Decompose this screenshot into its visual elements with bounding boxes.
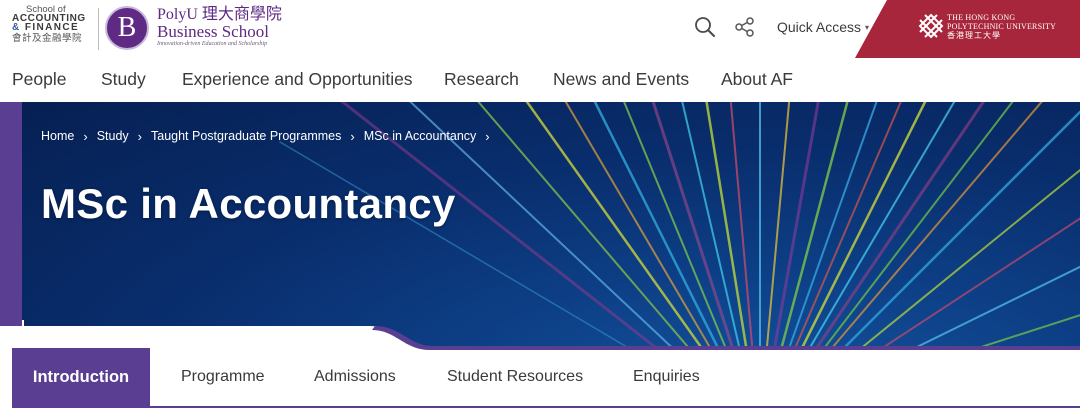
caret-down-icon: ▾ [865, 23, 870, 32]
tab-enquiries-label: Enquiries [633, 368, 700, 385]
polyu-name-chinese: 香港理工大學 [947, 31, 1001, 40]
business-school-name: Business School [157, 22, 269, 41]
site-header: School of ACCOUNTING & FINANCE 會計及金融學院 B… [0, 0, 1080, 58]
nav-item-study[interactable]: Study [101, 69, 146, 90]
quick-access-dropdown[interactable]: Quick Access ▾ [777, 19, 869, 35]
polyu-name-line2: Polytechnic University [947, 22, 1057, 31]
tab-admissions-label: Admissions [314, 368, 396, 385]
polyu-university-banner[interactable]: The Hong Kong Polytechnic University 香港理… [855, 0, 1080, 58]
breadcrumb-home[interactable]: Home [41, 129, 74, 143]
tab-programme[interactable]: Programme [181, 348, 265, 406]
business-school-name-cn: PolyU 理大商學院 [157, 6, 282, 23]
logo-text-ampersand: & [12, 22, 21, 33]
breadcrumb: Home › Study › Taught Postgraduate Progr… [41, 129, 499, 143]
polyu-wordmark: The Hong Kong Polytechnic University 香港理… [947, 13, 1056, 41]
breadcrumb-taught-postgraduate-programmes[interactable]: Taught Postgraduate Programmes [151, 129, 341, 143]
chevron-right-icon: › [350, 128, 355, 144]
tabs-underline [12, 406, 1080, 408]
tab-introduction[interactable]: Introduction [12, 348, 150, 406]
nav-item-research[interactable]: Research [444, 69, 519, 90]
nav-item-experience-and-opportunities[interactable]: Experience and Opportunities [182, 69, 413, 90]
tab-admissions[interactable]: Admissions [314, 348, 396, 406]
logo-divider [98, 8, 99, 50]
nav-item-news-and-events[interactable]: News and Events [553, 69, 689, 90]
polyu-name-line1: The Hong Kong [947, 13, 1016, 22]
tab-student-resources-label: Student Resources [447, 368, 584, 385]
share-button[interactable] [734, 16, 756, 38]
programme-tabs: Introduction Programme Admissions Studen… [0, 348, 1080, 409]
hero-left-accent-bar [0, 102, 22, 349]
tab-student-resources[interactable]: Student Resources [447, 348, 583, 406]
chevron-right-icon: › [137, 128, 142, 144]
polyu-business-school-logo[interactable]: B PolyU 理大商學院 Business School Innovation… [105, 6, 285, 52]
nav-item-about-af[interactable]: About AF [721, 69, 793, 90]
quick-access-label: Quick Access [777, 19, 862, 35]
tab-introduction-label: Introduction [32, 367, 130, 386]
school-of-accounting-finance-logo[interactable]: School of ACCOUNTING & FINANCE 會計及金融學院 [12, 5, 94, 53]
emblem-letter: B [117, 12, 137, 43]
business-school-emblem-icon: B [105, 6, 149, 50]
logo-text-finance-word: FINANCE [24, 22, 80, 33]
business-school-tagline: Innovation-driven Education and Scholars… [157, 41, 268, 47]
page-title: MSc in Accountancy [41, 180, 456, 227]
hero-banner: Home › Study › Taught Postgraduate Progr… [0, 102, 1080, 349]
business-school-wordmark: PolyU 理大商學院 Business School Innovation-d… [157, 6, 282, 48]
breadcrumb-msc-in-accountancy[interactable]: MSc in Accountancy [364, 129, 477, 143]
logo-text-finance: & FINANCE [12, 22, 94, 33]
nav-item-people[interactable]: People [12, 69, 67, 90]
search-icon [695, 17, 715, 37]
tab-programme-label: Programme [181, 368, 265, 385]
breadcrumb-study[interactable]: Study [97, 129, 129, 143]
share-icon [735, 17, 754, 37]
search-button[interactable] [694, 16, 716, 38]
polyu-emblem-icon [918, 13, 944, 39]
tab-enquiries[interactable]: Enquiries [633, 348, 700, 406]
main-navigation: People Study Experience and Opportunitie… [0, 58, 1080, 102]
logo-text-chinese: 會計及金融學院 [12, 33, 83, 44]
chevron-right-icon: › [485, 128, 490, 144]
chevron-right-icon: › [83, 128, 88, 144]
